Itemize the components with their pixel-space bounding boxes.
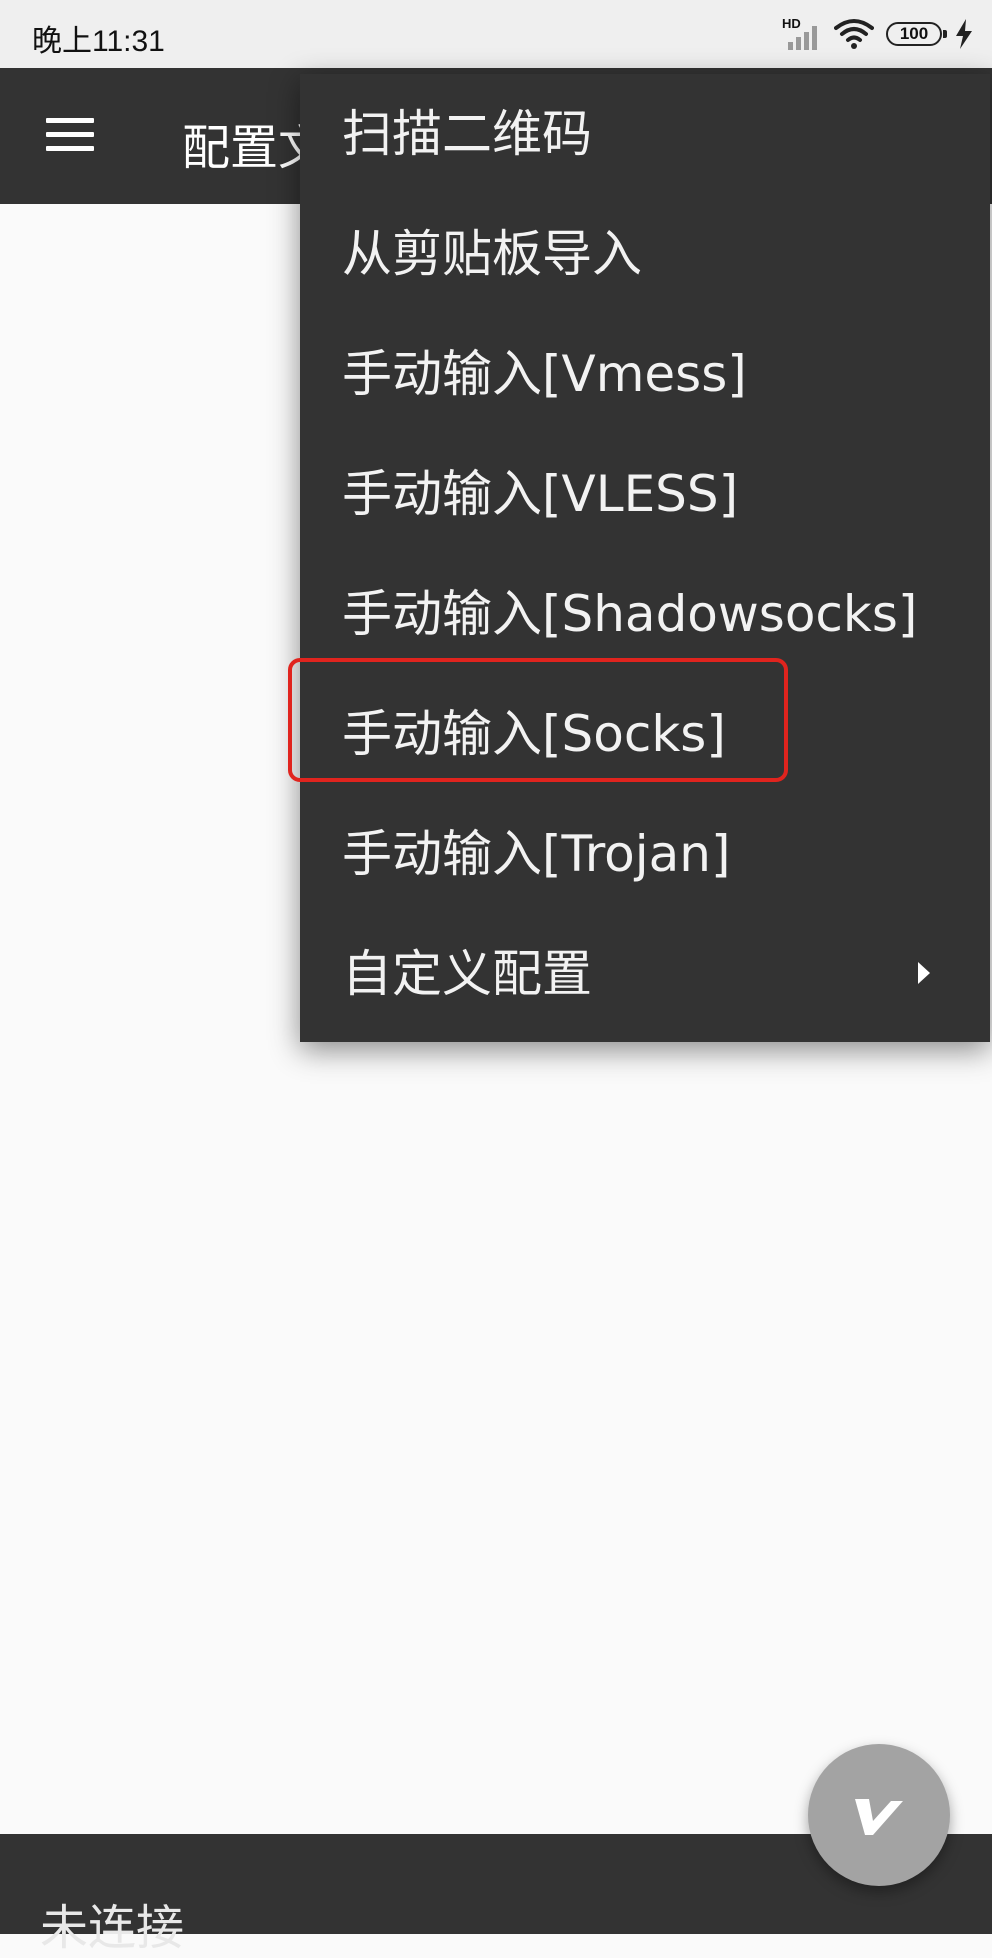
- menu-item-scan-qr[interactable]: 扫描二维码: [300, 74, 990, 194]
- menu-item-label: 手动输入[Shadowsocks]: [342, 585, 918, 643]
- menu-item-manual-socks[interactable]: 手动输入[Socks]: [300, 674, 990, 794]
- connect-fab-button[interactable]: [808, 1744, 950, 1886]
- menu-item-label: 手动输入[Socks]: [342, 705, 726, 763]
- menu-item-label: 从剪贴板导入: [342, 225, 642, 283]
- menu-item-label: 手动输入[Vmess]: [342, 345, 747, 403]
- charging-icon: [956, 19, 972, 49]
- add-config-menu: 扫描二维码 从剪贴板导入 手动输入[Vmess] 手动输入[VLESS] 手动输…: [300, 74, 990, 1042]
- menu-item-manual-vless[interactable]: 手动输入[VLESS]: [300, 434, 990, 554]
- battery-level: 100: [899, 24, 929, 43]
- status-icons: HD 100: [782, 14, 974, 54]
- battery-icon: 100: [886, 22, 947, 46]
- submenu-arrow-icon: [918, 962, 930, 984]
- menu-item-label: 自定义配置: [342, 945, 592, 1003]
- menu-item-label: 扫描二维码: [342, 105, 592, 163]
- menu-item-manual-trojan[interactable]: 手动输入[Trojan]: [300, 794, 990, 914]
- status-bar: 晚上11:31 HD 100: [0, 0, 992, 68]
- hamburger-icon[interactable]: [46, 118, 94, 154]
- menu-item-label: 手动输入[Trojan]: [342, 825, 731, 883]
- connection-status-text: 未连接: [40, 1900, 185, 1956]
- status-time: 晚上11:31: [32, 25, 165, 58]
- menu-item-manual-shadowsocks[interactable]: 手动输入[Shadowsocks]: [300, 554, 990, 674]
- menu-item-label: 手动输入[VLESS]: [342, 465, 739, 523]
- menu-item-manual-vmess[interactable]: 手动输入[Vmess]: [300, 314, 990, 434]
- menu-item-custom-config[interactable]: 自定义配置: [300, 914, 990, 1034]
- menu-item-import-clipboard[interactable]: 从剪贴板导入: [300, 194, 990, 314]
- v-logo-icon: [855, 1799, 903, 1835]
- wifi-icon: [834, 19, 874, 49]
- signal-icon: HD: [782, 16, 822, 52]
